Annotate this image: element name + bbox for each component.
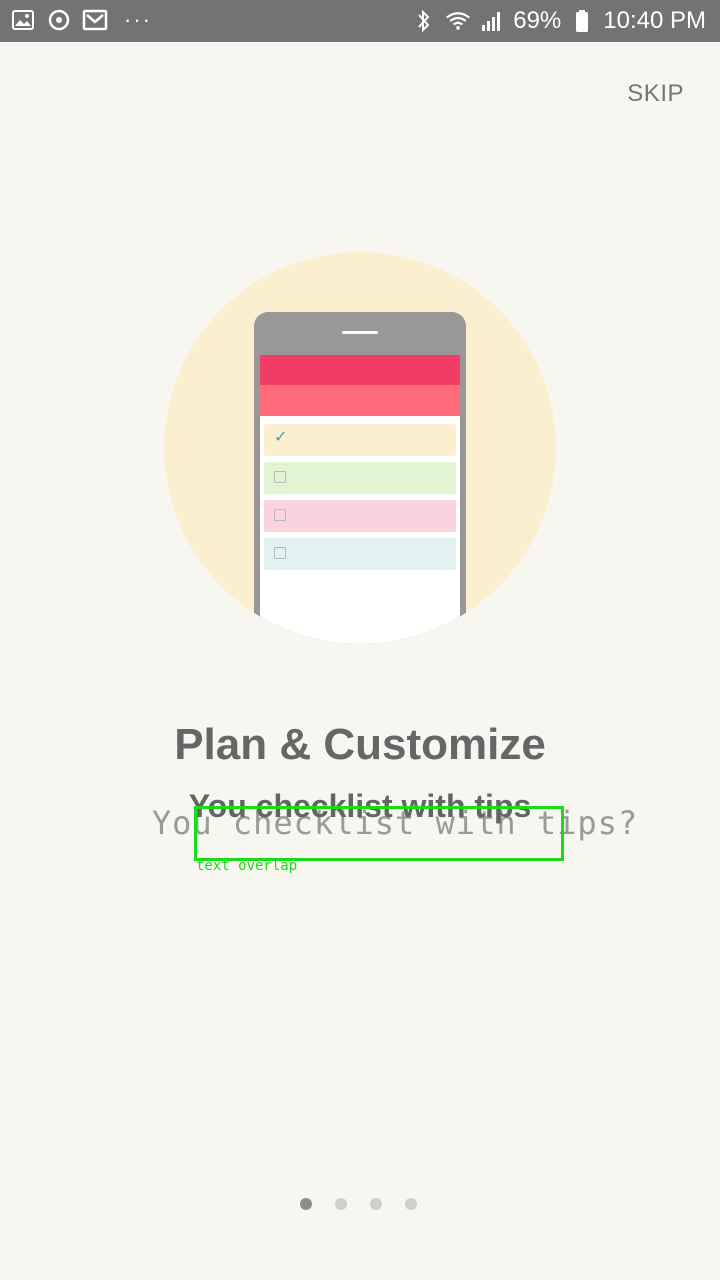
signal-icon (479, 8, 505, 34)
checklist-row (264, 500, 456, 532)
skip-button[interactable]: SKIP (627, 80, 684, 108)
text-overlap-highlight (194, 806, 564, 861)
bluetooth-icon (411, 8, 437, 34)
checkbox-icon (274, 471, 286, 483)
image-icon (10, 7, 36, 33)
phone-screen: ✓ (260, 355, 460, 644)
checkbox-icon (274, 509, 286, 521)
checkbox-icon (274, 547, 286, 559)
clock: 10:40 PM (603, 7, 706, 34)
page-dot-3[interactable] (370, 1198, 382, 1210)
screen-header-bottom (260, 385, 460, 416)
check-icon: ✓ (274, 429, 288, 446)
page-dot-4[interactable] (405, 1198, 417, 1210)
wifi-icon (445, 8, 471, 34)
onboarding-illustration: ✓ (164, 252, 556, 644)
page-title: Plan & Customize (174, 720, 546, 769)
battery-percent: 69% (513, 7, 562, 34)
mail-icon (82, 7, 108, 33)
checklist-row (264, 538, 456, 570)
illustration-circle: ✓ (164, 252, 556, 644)
text-overlap-label: text overlap (196, 858, 298, 874)
battery-icon (569, 8, 595, 34)
screen-header-top (260, 355, 460, 385)
phone-illustration: ✓ (254, 312, 466, 644)
page-dot-2[interactable] (335, 1198, 347, 1210)
phone-speaker (342, 331, 378, 334)
more-notifications-icon: ··· (124, 7, 152, 32)
page-dot-1[interactable] (300, 1198, 312, 1210)
sync-icon (46, 7, 72, 33)
status-bar: ··· 69% 10:40 PM (0, 0, 720, 42)
status-bar-right: 69% 10:40 PM (411, 0, 706, 42)
checklist-row: ✓ (264, 424, 456, 456)
page-indicator (300, 1198, 417, 1210)
status-bar-left: ··· (10, 7, 152, 33)
checklist-row (264, 462, 456, 494)
